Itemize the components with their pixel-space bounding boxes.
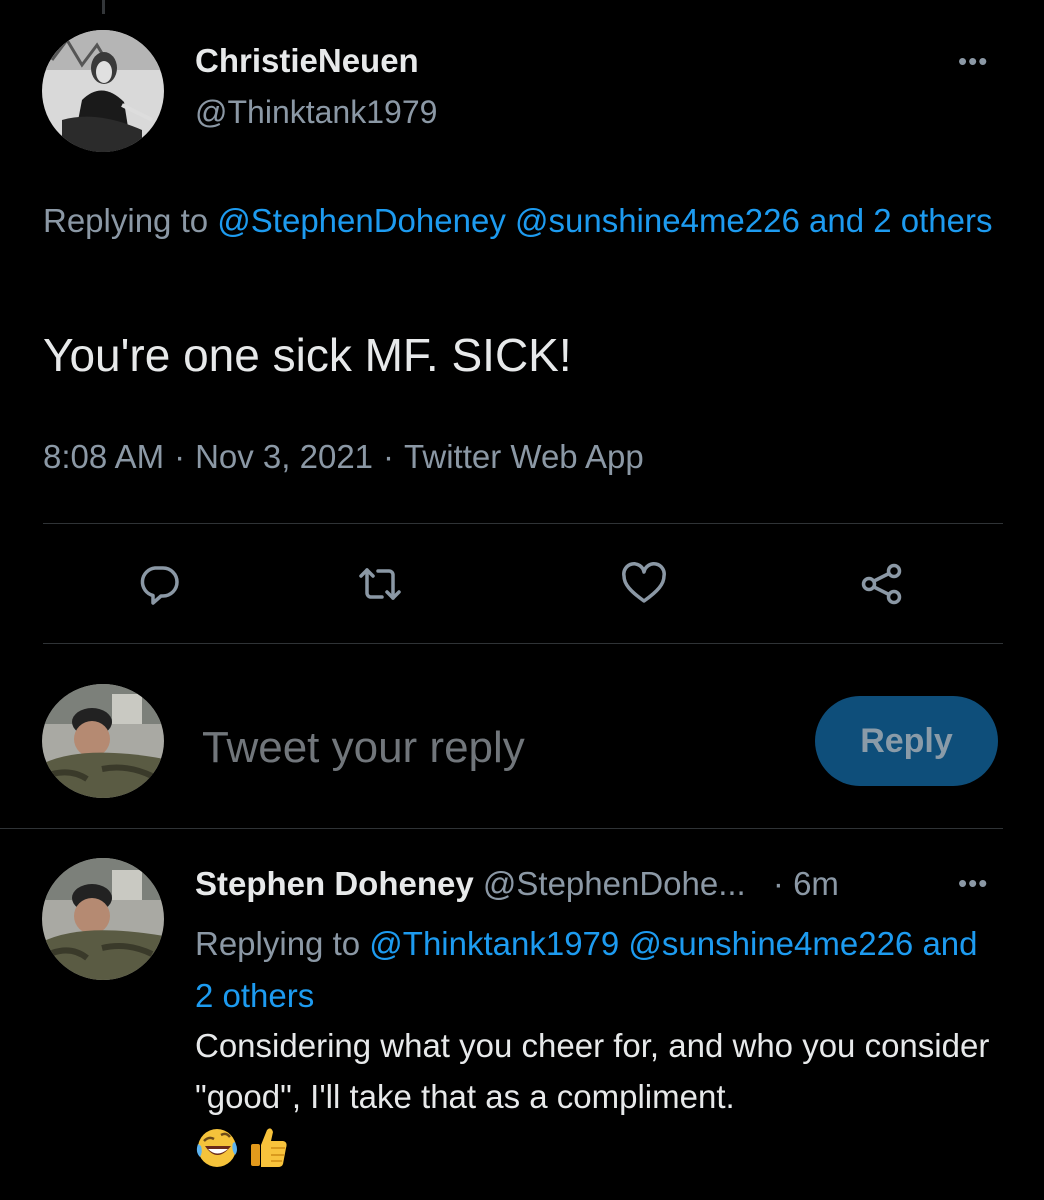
replying-to-links[interactable]: @StephenDoheney @sunshine4me226 and 2 ot… [217,202,992,239]
tweet-text: You're one sick MF. SICK! [43,329,572,381]
thread-line [102,0,105,14]
avatar[interactable] [42,858,164,980]
replying-prefix: Replying to [195,925,361,962]
separator: · [174,438,186,475]
separator: · [383,438,395,475]
thumbs-up-emoji [247,1124,291,1170]
reply-icon[interactable] [135,560,183,608]
author-name[interactable]: ChristieNeuen [195,42,419,80]
more-options-icon[interactable]: ••• [958,868,988,899]
retweet-icon[interactable] [356,560,404,608]
replying-prefix: Replying to [43,202,209,239]
tweet-meta: 8:08 AM · Nov 3, 2021 · Twitter Web App [43,438,644,476]
divider [0,828,1003,829]
reply-author-name[interactable]: Stephen Doheney [195,865,474,902]
divider [43,643,1003,644]
tweet-reply-input[interactable] [200,712,784,784]
tweet-time[interactable]: 8:08 AM [43,438,164,475]
reply-timestamp[interactable]: · 6m [773,865,839,902]
avatar[interactable] [42,30,164,152]
tweet-source[interactable]: Twitter Web App [404,438,644,475]
rolling-on-floor-laughing-emoji [195,1124,239,1170]
reply-button[interactable]: Reply [815,696,998,786]
divider [43,523,1003,524]
current-user-avatar[interactable] [42,684,164,798]
replying-to: Replying to @StephenDoheney @sunshine4me… [43,195,1003,247]
like-icon[interactable] [620,560,668,608]
more-options-icon[interactable]: ••• [958,46,988,77]
reply-text: Considering what you cheer for, and who … [195,1027,990,1115]
tweet-date[interactable]: Nov 3, 2021 [195,438,373,475]
reply-replying-to: Replying to @Thinktank1979 @sunshine4me2… [195,918,995,1022]
reply-author-handle[interactable]: @StephenDohe... [483,865,746,902]
author-handle[interactable]: @Thinktank1979 [195,94,437,131]
share-icon[interactable] [858,560,906,608]
reply-header: Stephen Doheney @StephenDohe... · 6m [195,865,839,903]
